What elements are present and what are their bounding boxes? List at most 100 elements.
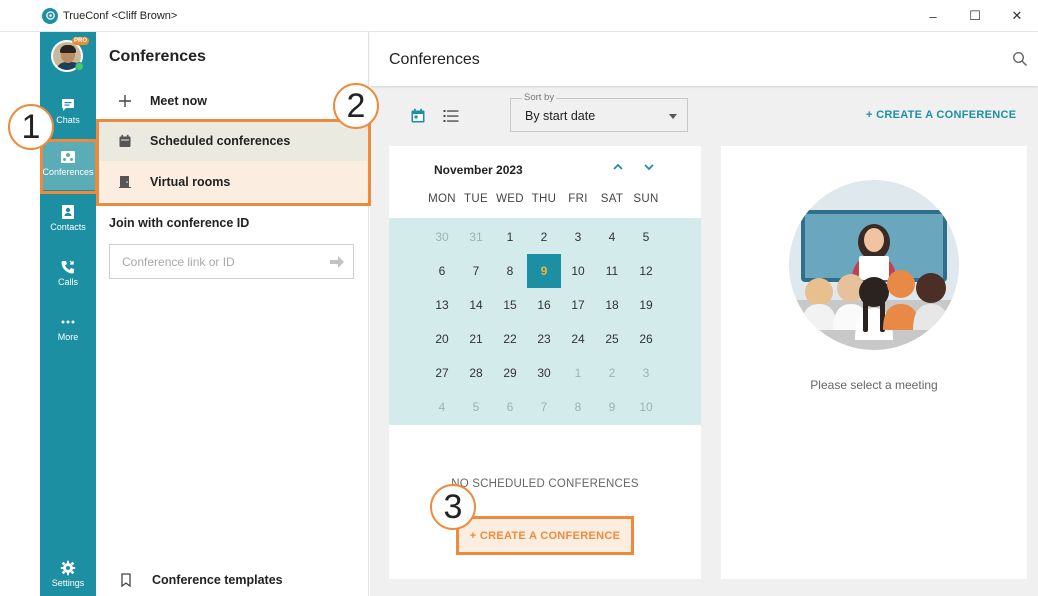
calendar-day[interactable]: 12: [629, 254, 663, 288]
sort-by-select[interactable]: Sort by By start date: [510, 92, 688, 132]
main-header: Conferences: [370, 32, 1038, 86]
virtual-rooms-label: Virtual rooms: [150, 174, 231, 189]
calendar-day[interactable]: 11: [595, 254, 629, 288]
more-icon: [61, 320, 75, 324]
calendar-day[interactable]: 6: [425, 254, 459, 288]
arrow-right-icon[interactable]: [329, 255, 345, 269]
calendar-week: 30 31 1 2 3 4 5: [425, 220, 663, 254]
conference-illustration: [789, 180, 959, 350]
online-status-icon: [75, 62, 84, 71]
calendar-icon: [118, 134, 132, 148]
calendar-day[interactable]: 7: [527, 390, 561, 424]
calendar-day[interactable]: 26: [629, 322, 663, 356]
calendar-day[interactable]: 31: [459, 220, 493, 254]
list-view-icon[interactable]: [443, 109, 459, 123]
calendar-day[interactable]: 3: [561, 220, 595, 254]
page-title: Conferences: [389, 51, 480, 68]
calendar-day[interactable]: 1: [561, 356, 595, 390]
weekday-label: TUE: [464, 193, 488, 205]
pro-badge: PRO: [72, 37, 90, 45]
annotation-number-3: 3: [430, 484, 476, 530]
calendar-day[interactable]: 4: [425, 390, 459, 424]
calendar-day[interactable]: 18: [595, 288, 629, 322]
panel-title: Conferences: [109, 48, 206, 65]
search-icon[interactable]: [1012, 51, 1028, 67]
calendar-day[interactable]: 24: [561, 322, 595, 356]
calendar-day[interactable]: 9: [595, 390, 629, 424]
settings-icon: [60, 560, 76, 576]
conferences-icon: [61, 151, 75, 163]
chevron-down-icon: [669, 114, 677, 119]
rail-label-chats: Chats: [56, 115, 80, 125]
calendar-day[interactable]: 8: [493, 254, 527, 288]
calendar-day[interactable]: 29: [493, 356, 527, 390]
calendar-day[interactable]: 2: [527, 220, 561, 254]
calendar-day[interactable]: 10: [629, 390, 663, 424]
create-conference-button[interactable]: + CREATE A CONFERENCE: [456, 516, 634, 555]
calendar-grid: 30 31 1 2 3 4 5 6 7 8 9 10 11 12 13 14 15 16 17 18 19 20 21 22 2…: [389, 218, 701, 425]
conference-id-input[interactable]: [122, 254, 322, 269]
rail-item-contacts[interactable]: Contacts: [40, 204, 96, 242]
maximize-button[interactable]: ☐: [954, 0, 996, 32]
rail-label-conferences: Conferences: [42, 167, 94, 177]
calendar-day[interactable]: 28: [459, 356, 493, 390]
calendar-day[interactable]: 30: [527, 356, 561, 390]
scheduled-conferences-item[interactable]: Scheduled conferences: [96, 120, 369, 161]
empty-state-text: NO SCHEDULED CONFERENCES: [451, 478, 639, 490]
door-icon: [118, 175, 132, 189]
calendar-day[interactable]: 27: [425, 356, 459, 390]
conference-id-field[interactable]: [109, 244, 354, 279]
conference-templates-label: Conference templates: [152, 573, 283, 587]
rail-item-calls[interactable]: Calls: [40, 259, 96, 297]
rail-item-conferences[interactable]: Conferences: [40, 140, 96, 190]
calendar-day[interactable]: 15: [493, 288, 527, 322]
virtual-rooms-item[interactable]: Virtual rooms: [96, 161, 369, 202]
rail-item-more[interactable]: More: [40, 314, 96, 352]
window-controls: – ☐ ✕: [912, 0, 1038, 32]
calendar-day[interactable]: 8: [561, 390, 595, 424]
calendar-day[interactable]: 30: [425, 220, 459, 254]
calendar-day[interactable]: 5: [629, 220, 663, 254]
empty-selection-text: Please select a meeting: [810, 378, 938, 392]
calendar-week: 4 5 6 7 8 9 10: [425, 390, 663, 424]
calendar-day[interactable]: 17: [561, 288, 595, 322]
calendar-day[interactable]: 22: [493, 322, 527, 356]
calendar-day[interactable]: 25: [595, 322, 629, 356]
chat-icon: [62, 99, 74, 111]
calendar-day[interactable]: 10: [561, 254, 595, 288]
calendar-day[interactable]: 20: [425, 322, 459, 356]
app-window: TrueConf <Cliff Brown> – ☐ ✕ PRO Chats C…: [0, 0, 1038, 596]
rail-label-contacts: Contacts: [50, 222, 86, 232]
conference-templates-item[interactable]: Conference templates: [96, 566, 369, 594]
calendar-day[interactable]: 23: [527, 322, 561, 356]
create-conference-button-top[interactable]: + CREATE A CONFERENCE: [866, 109, 1016, 121]
calendar-week: 13 14 15 16 17 18 19: [425, 288, 663, 322]
calendar-day[interactable]: 19: [629, 288, 663, 322]
calendar-day[interactable]: 21: [459, 322, 493, 356]
rail-label-calls: Calls: [57, 277, 78, 287]
calendar-view-icon[interactable]: [410, 108, 426, 124]
calendar-day[interactable]: 5: [459, 390, 493, 424]
calendar-day[interactable]: 7: [459, 254, 493, 288]
calendar-day[interactable]: 16: [527, 288, 561, 322]
close-button[interactable]: ✕: [996, 0, 1038, 32]
calendar-day[interactable]: 2: [595, 356, 629, 390]
chevron-up-icon[interactable]: [611, 160, 625, 174]
calendar-day[interactable]: 3: [629, 356, 663, 390]
meet-now-item[interactable]: Meet now: [96, 80, 369, 121]
calendar-day[interactable]: 9: [527, 254, 561, 288]
calendar-day[interactable]: 6: [493, 390, 527, 424]
chevron-down-icon[interactable]: [642, 160, 656, 174]
calendar-day[interactable]: 14: [459, 288, 493, 322]
weekday-label: SAT: [600, 193, 624, 205]
calendar-day[interactable]: 4: [595, 220, 629, 254]
weekday-label: WED: [496, 193, 524, 205]
sort-by-value: By start date: [525, 109, 596, 123]
calendar-day[interactable]: 1: [493, 220, 527, 254]
weekday-label: MON: [428, 193, 456, 205]
rail-item-settings[interactable]: Settings: [40, 560, 96, 596]
calendar-day[interactable]: 13: [425, 288, 459, 322]
calendar-week: 27 28 29 30 1 2 3: [425, 356, 663, 390]
trueconf-logo-icon: [42, 7, 58, 24]
minimize-button[interactable]: –: [912, 0, 954, 32]
